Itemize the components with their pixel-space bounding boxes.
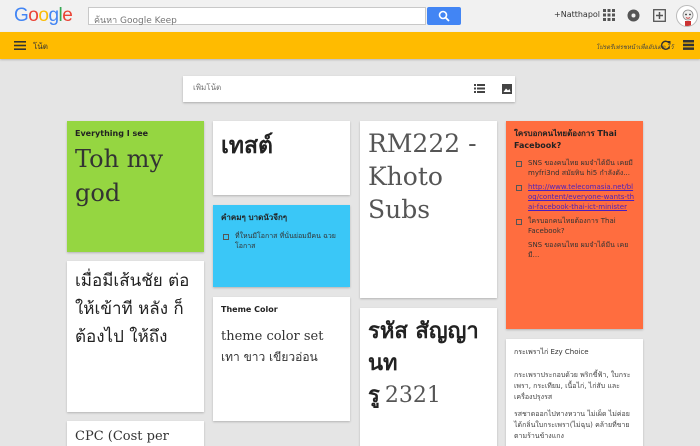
note-code-number: 2321 (384, 383, 441, 408)
note-thai-facebook[interactable]: ใครบอกคนไทยต้องการ Thai Facebook? SNS ขอ… (506, 121, 643, 329)
checkbox-icon[interactable] (223, 234, 229, 240)
keep-title: โน้ต (33, 42, 48, 51)
checklist-item-text: SNS ของคนไทย ผมจำได้มีน เคยมี myfri3nd ส… (528, 159, 633, 177)
take-note-box (183, 76, 515, 102)
note-quotes[interactable]: คำคมๆ บาดนัวจีกๆ ที่ใหนมีโอกาส ที่นั่นย่… (213, 205, 350, 287)
note-title: Everything I see (75, 129, 149, 138)
checklist-item[interactable]: http://www.telecomasia.net/blog/content/… (506, 182, 643, 212)
note-ezy-choice[interactable]: กระเพราไก่ Ezy Choice กระเพราประกอบด้วย … (506, 339, 643, 446)
avatar[interactable] (676, 5, 698, 27)
checklist-item[interactable]: SNS ของคนไทย ผมจำได้มีน เคยมี myfri3nd ส… (506, 158, 643, 178)
note-test[interactable]: เทสต์ (213, 121, 350, 195)
google-logo[interactable]: Google (14, 5, 73, 27)
note-title: ใครบอกคนไทยต้องการ Thai Facebook? (514, 129, 617, 150)
notifications-icon[interactable] (627, 9, 640, 22)
search-icon (438, 10, 450, 22)
note-rm222[interactable]: RM222 - Khoto Subs (360, 121, 497, 298)
take-note-input[interactable] (193, 83, 443, 92)
note-cpc[interactable]: CPC (Cost per (67, 421, 204, 446)
note-title: รหัส สัญญานท (368, 319, 479, 376)
list-icon[interactable] (474, 84, 485, 93)
note-body: RM222 - Khoto Subs (368, 129, 477, 224)
note-body: เทสต์ (221, 133, 273, 159)
note-body: Toh my god (75, 145, 163, 207)
refresh-icon[interactable] (660, 40, 671, 51)
note-finish-line[interactable]: เมื่อมีเส้นชัย ต่อให้เข้าที หลัง ก็ต้องไ… (67, 261, 204, 412)
note-code[interactable]: รหัส สัญญานท รู 2321 (360, 308, 497, 446)
user-name-link[interactable]: +Natthapol (554, 10, 600, 19)
note-paragraph: กระเพราประกอบด้วย พริกขี้ฟ้า, ใบกระเพรา,… (514, 371, 631, 401)
note-theme-color[interactable]: Theme Color theme color set เทา ขาว เขีย… (213, 297, 350, 421)
apps-grid-icon[interactable] (603, 9, 615, 21)
share-plus-icon[interactable] (653, 9, 666, 22)
checklist-item-text: ที่ใหนมีโอกาส ที่นั่นย่อมมีคน ฉวยโอกาส (235, 232, 336, 250)
note-paragraph: รสชาดออกไปทางหวาน ไม่เผ็ด ไม่ค่อยได้กลิ่… (514, 410, 630, 440)
note-title: คำคมๆ บาดนัวจีกๆ (221, 213, 288, 222)
keep-header-bar: โน้ต โปรดรีเฟรชหน้าเพื่ออัปเดต ไว้ (0, 32, 700, 59)
checkbox-icon[interactable] (516, 219, 522, 225)
note-line-1: theme color set (221, 329, 324, 344)
image-icon[interactable] (502, 84, 512, 94)
checklist-item[interactable]: SNS ของคนไทย ผมจำได้มีน เคยมี... (506, 240, 643, 260)
checklist-item-text: ใครบอกคนไทยต้องการ Thai Facebook? (528, 217, 616, 235)
avatar-image-icon (682, 9, 694, 26)
note-code-line: รู 2321 (360, 380, 497, 413)
checkbox-icon[interactable] (516, 185, 522, 191)
note-everything[interactable]: Everything I see Toh my god (67, 121, 204, 252)
note-code-prefix: รู (368, 383, 380, 408)
search-button[interactable] (427, 7, 461, 25)
search-input[interactable] (89, 13, 425, 29)
top-bar: Google +Natthapol (0, 0, 700, 32)
list-view-icon[interactable] (683, 40, 694, 50)
note-body: เมื่อมีเส้นชัย ต่อให้เข้าที หลัง ก็ต้องไ… (75, 271, 190, 347)
note-body: CPC (Cost per (75, 429, 169, 444)
checklist-item[interactable]: ที่ใหนมีโอกาส ที่นั่นย่อมมีคน ฉวยโอกาส (213, 231, 350, 251)
note-title: Theme Color (221, 305, 278, 314)
menu-icon[interactable] (14, 41, 26, 50)
checklist-item-link[interactable]: http://www.telecomasia.net/blog/content/… (528, 182, 637, 212)
checkbox-icon[interactable] (516, 161, 522, 167)
note-title: กระเพราไก่ Ezy Choice (514, 348, 589, 356)
search-box (88, 7, 426, 29)
checklist-item-text: SNS ของคนไทย ผมจำได้มีน เคยมี... (528, 241, 629, 259)
checklist-item[interactable]: ใครบอกคนไทยต้องการ Thai Facebook? (506, 216, 643, 236)
note-line-2: เทา ขาว เขียวอ่อน (221, 350, 318, 364)
